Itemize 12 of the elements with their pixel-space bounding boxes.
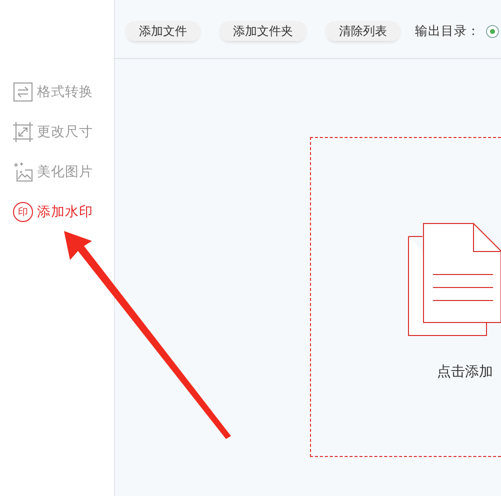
toolbar-button[interactable]: 清除列表 [325,21,401,41]
drop-zone[interactable]: 点击添加 [310,137,501,457]
stamp-icon: 印 [13,202,33,222]
toolbar-button[interactable]: 添加文件 [125,21,201,41]
sidebar-item[interactable]: 印 添加水印 [0,200,99,224]
swap-icon [13,82,33,102]
image-icon [13,162,33,182]
radio-button[interactable] [486,24,499,38]
output-label: 输出目录： [415,22,480,40]
drop-hint: 点击添加 [437,363,494,382]
resize-icon [13,122,33,142]
toolbar-button[interactable]: 添加文件夹 [219,21,307,41]
